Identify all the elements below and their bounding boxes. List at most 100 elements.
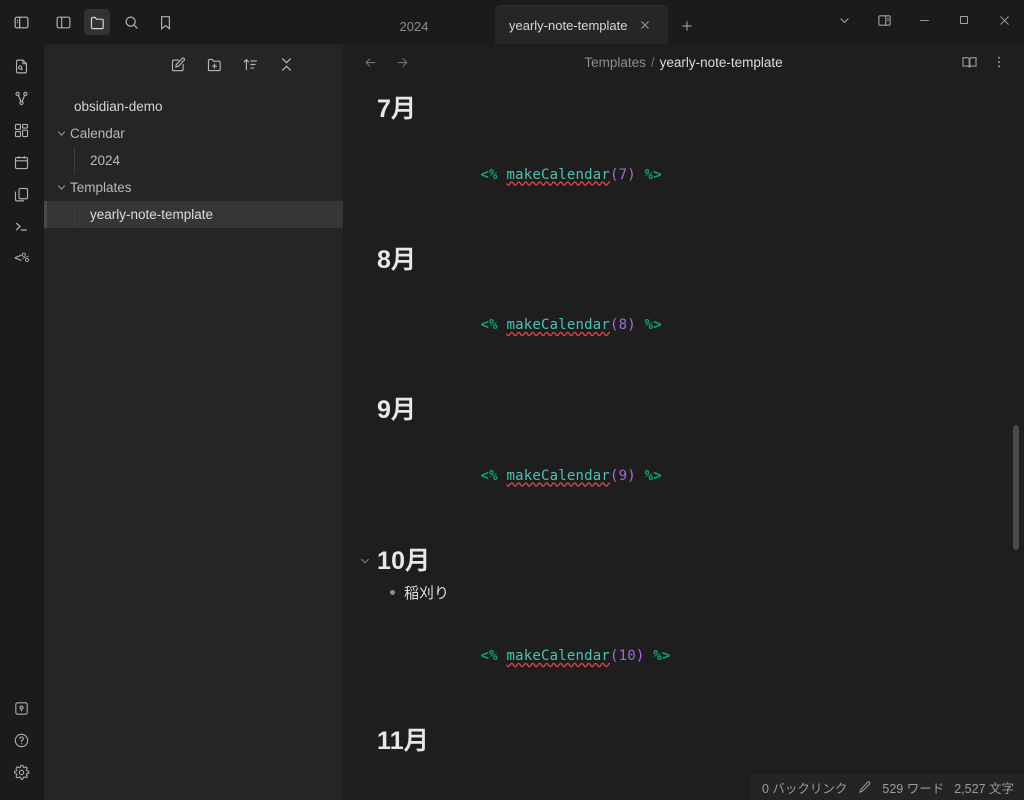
- tab-2024[interactable]: 2024: [359, 8, 469, 44]
- forward-arrow-icon[interactable]: [389, 49, 415, 75]
- code-argument: 9: [619, 468, 628, 484]
- code-lparen: (: [610, 468, 619, 484]
- help-icon[interactable]: [7, 725, 37, 755]
- explorer-sidebar-toggle-icon[interactable]: [50, 9, 76, 35]
- explorer-nav-icons: [44, 0, 343, 44]
- templater-icon[interactable]: <%: [7, 243, 37, 273]
- code-close-tag: %>: [645, 317, 662, 333]
- new-note-button[interactable]: [165, 51, 191, 77]
- tree-file-yearly-note-template[interactable]: yearly-note-template: [44, 201, 343, 228]
- more-options-icon[interactable]: [986, 49, 1012, 75]
- chevron-down-icon[interactable]: [52, 182, 70, 193]
- tree-folder-templates[interactable]: Templates: [44, 174, 343, 201]
- code-open-tag: <%: [481, 468, 498, 484]
- file-search-icon[interactable]: [7, 51, 37, 81]
- tree-folder-calendar[interactable]: Calendar: [44, 120, 343, 147]
- search-icon[interactable]: [118, 9, 144, 35]
- status-bar: 0 バックリンク 529 ワード 2,527 文字: [750, 774, 1024, 800]
- bullet-icon: [390, 590, 395, 595]
- ribbon-item-list: <%: [0, 44, 43, 274]
- heading-level2[interactable]: 7月: [377, 94, 416, 125]
- ribbon-bottom: [0, 692, 43, 800]
- editor-scroll-area[interactable]: 7月 <% makeCalendar(7) %> 8月 <% makeCale: [343, 80, 1024, 800]
- minimize-button[interactable]: [904, 3, 944, 37]
- code-close-tag: %>: [653, 648, 670, 664]
- vault-switch-icon[interactable]: [7, 693, 37, 723]
- heading-level2[interactable]: 11月: [377, 726, 429, 757]
- heading-row: 11月: [377, 726, 964, 757]
- backlink-count[interactable]: 0 バックリンク: [762, 778, 847, 797]
- view-header: Templates / yearly-note-template: [343, 44, 1024, 80]
- heading-level2[interactable]: 8月: [377, 245, 416, 276]
- templater-code-line[interactable]: <% makeCalendar(10) %>: [377, 632, 964, 680]
- left-ribbon: <%: [0, 0, 44, 800]
- terminal-icon[interactable]: [7, 211, 37, 241]
- code-open-tag: <%: [481, 648, 498, 664]
- heading-level2[interactable]: 10月: [377, 546, 430, 577]
- tab-yearly-note-template[interactable]: yearly-note-template: [495, 6, 668, 44]
- char-count[interactable]: 2,527 文字: [954, 778, 1014, 797]
- tab-list-dropdown-icon[interactable]: [824, 3, 864, 37]
- breadcrumb: Templates / yearly-note-template: [584, 55, 782, 70]
- pencil-icon[interactable]: [857, 780, 872, 795]
- new-folder-button[interactable]: [201, 51, 227, 77]
- section-block: 8月 <% makeCalendar(8) %>: [377, 245, 964, 350]
- code-function-name: makeCalendar: [506, 468, 610, 484]
- tree-file-2024[interactable]: 2024: [44, 147, 343, 174]
- split-right-icon[interactable]: [864, 3, 904, 37]
- section-block: 7月 <% makeCalendar(7) %>: [377, 94, 964, 199]
- word-count[interactable]: 529 ワード: [882, 778, 944, 797]
- sidebar-toggle-icon[interactable]: [7, 7, 37, 37]
- breadcrumb-folder[interactable]: Templates: [584, 55, 646, 70]
- templater-code-line[interactable]: <% makeCalendar(7) %>: [377, 151, 964, 199]
- window-controls: [824, 0, 1024, 44]
- templater-code-line[interactable]: <% makeCalendar(9) %>: [377, 452, 964, 500]
- templater-icon-label: <%: [14, 251, 29, 266]
- folder-icon[interactable]: [84, 9, 110, 35]
- folder-label: Calendar: [70, 126, 125, 141]
- file-tree: obsidian-demo Calendar 2024 Templates ye…: [44, 84, 343, 228]
- tab-list: 2024 yearly-note-template: [343, 0, 824, 44]
- main-area: 2024 yearly-note-template: [343, 0, 1024, 800]
- editor-scrollbar[interactable]: [1013, 425, 1019, 550]
- vault-name-label: obsidian-demo: [74, 99, 163, 114]
- back-arrow-icon[interactable]: [357, 49, 383, 75]
- settings-icon[interactable]: [7, 757, 37, 787]
- file-label: yearly-note-template: [90, 207, 213, 222]
- fold-chevron-icon[interactable]: [359, 555, 371, 567]
- code-open-tag: <%: [481, 317, 498, 333]
- code-argument: 7: [619, 167, 628, 183]
- sort-button[interactable]: [237, 51, 263, 77]
- code-rparen: ): [627, 167, 636, 183]
- maximize-button[interactable]: [944, 3, 984, 37]
- ribbon-top: [0, 0, 43, 44]
- explorer-toolbar: [44, 44, 343, 84]
- new-tab-button[interactable]: [672, 8, 702, 44]
- code-argument: 10: [619, 648, 636, 664]
- heading-level2[interactable]: 9月: [377, 395, 416, 426]
- canvas-icon[interactable]: [7, 115, 37, 145]
- list-item[interactable]: 稲刈り: [377, 582, 964, 605]
- reading-mode-icon[interactable]: [956, 49, 982, 75]
- heading-row: 7月: [377, 94, 964, 125]
- close-icon[interactable]: [636, 16, 654, 34]
- bookmark-icon[interactable]: [152, 9, 178, 35]
- breadcrumb-separator: /: [651, 55, 655, 70]
- close-window-button[interactable]: [984, 3, 1024, 37]
- code-function-name: makeCalendar: [506, 317, 610, 333]
- tab-label: yearly-note-template: [509, 18, 628, 33]
- code-lparen: (: [610, 167, 619, 183]
- chevron-down-icon[interactable]: [52, 128, 70, 139]
- code-function-name: makeCalendar: [506, 648, 610, 664]
- copy-icon[interactable]: [7, 179, 37, 209]
- calendar-icon[interactable]: [7, 147, 37, 177]
- file-label: 2024: [90, 153, 120, 168]
- markdown-editor[interactable]: 7月 <% makeCalendar(7) %> 8月 <% makeCale: [343, 80, 1024, 800]
- graph-view-icon[interactable]: [7, 83, 37, 113]
- templater-code-line[interactable]: <% makeCalendar(8) %>: [377, 301, 964, 349]
- code-lparen: (: [610, 648, 619, 664]
- breadcrumb-file[interactable]: yearly-note-template: [660, 55, 783, 70]
- section-block: 9月 <% makeCalendar(9) %>: [377, 395, 964, 500]
- collapse-all-button[interactable]: [273, 51, 299, 77]
- list-item-label: 稲刈り: [404, 582, 449, 605]
